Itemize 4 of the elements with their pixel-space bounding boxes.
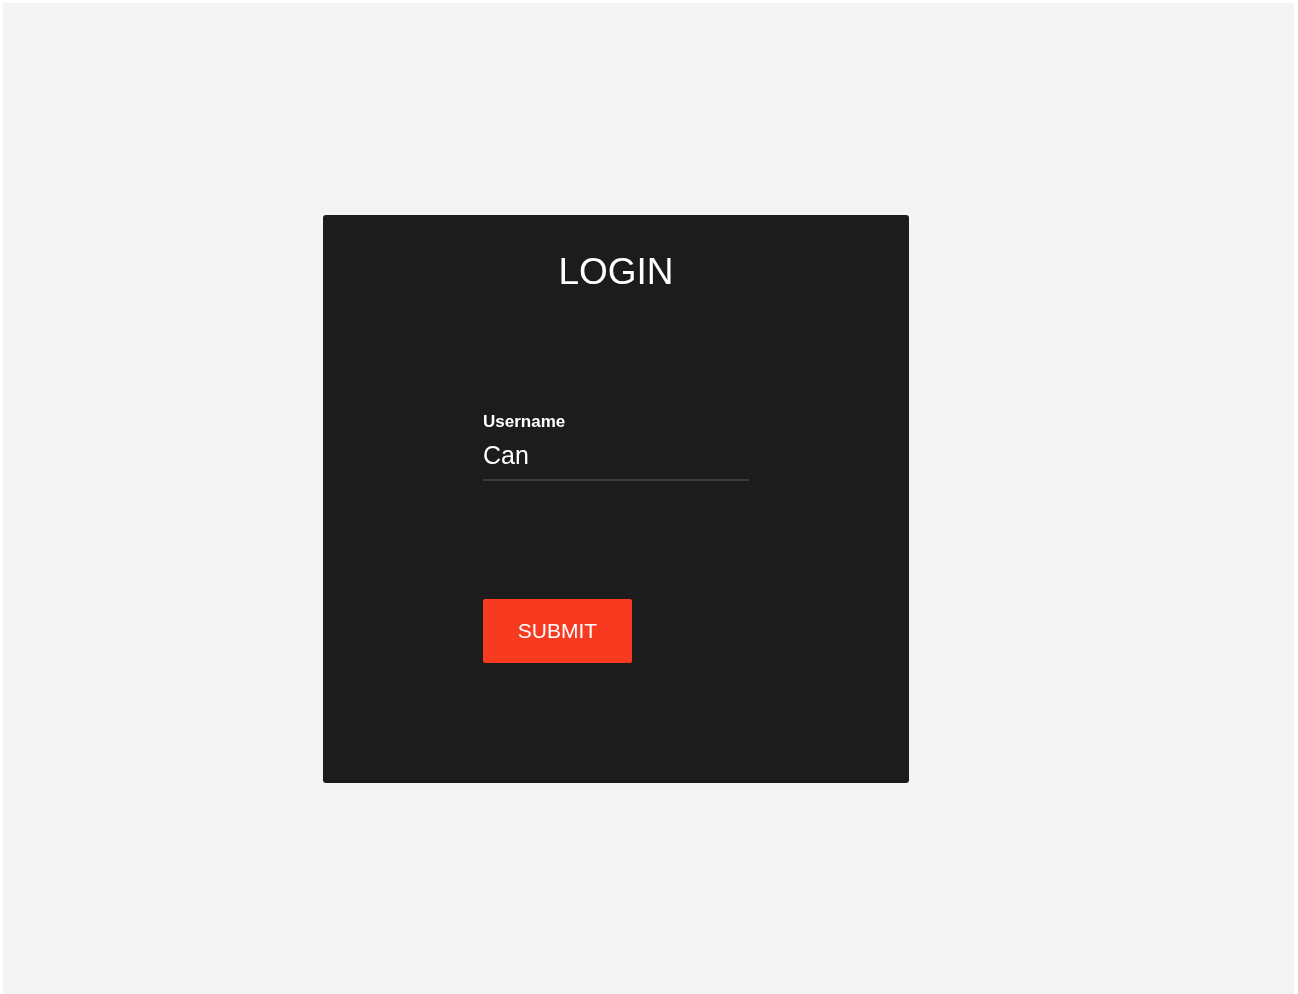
username-label: Username [483, 411, 566, 433]
submit-button[interactable]: SUBMIT [483, 599, 632, 663]
login-title: LOGIN [558, 250, 674, 294]
username-field[interactable]: Can [483, 439, 749, 481]
